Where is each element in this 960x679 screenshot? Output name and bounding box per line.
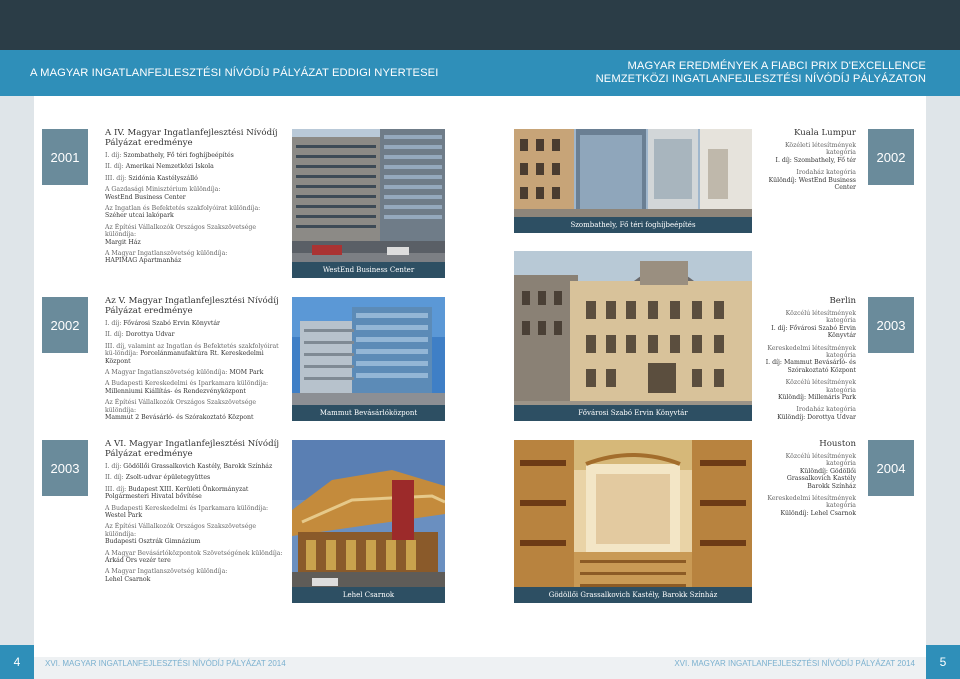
photo-lehel-market-hall: Lehel Csarnok: [292, 440, 445, 603]
year-badge-right-3: 2004: [868, 440, 914, 496]
award-item: A Magyar Ingatlanszövetség különdíja: Leh…: [105, 568, 228, 583]
award-item: Irodaház kategória Különdíj: WestEnd Busi…: [768, 169, 856, 192]
award-item: I. díj: Gödöllői Grassalkovich Kastély, …: [105, 463, 273, 470]
left-margin-band: [0, 96, 34, 657]
right-margin-band: [926, 96, 960, 657]
award-item: I. díj: Szombathely, Fő téri foghíjbeépí…: [105, 152, 234, 159]
header-left: A MAGYAR INGATLANFEJLESZTÉSI NÍVÓDÍJ PÁL…: [0, 50, 480, 96]
photo-caption: Lehel Csarnok: [292, 587, 445, 603]
section-title: A VI. Magyar Ingatlanfejlesztési Nívódíj…: [105, 439, 280, 459]
award-item: II. díj: Amerikai Nemzetközi Iskola: [105, 163, 214, 171]
award-item: Közcélú létesítmények kategória Különdíj:…: [777, 379, 856, 402]
section-title: Az V. Magyar Ingatlanfejlesztési Nívódíj…: [105, 296, 279, 316]
footer-text-left: XVI. MAGYAR INGATLANFEJLESZTÉSI NÍVÓDÍJ …: [45, 659, 286, 668]
header-right: MAGYAR EREDMÉNYEK A FIABCI PRIX D'EXCELL…: [480, 50, 960, 96]
year-badge-left-3: 2003: [42, 440, 88, 496]
photo-caption: Gödöllői Grassalkovich Kastély, Barokk S…: [514, 587, 752, 603]
photo-caption: Mammut Bevásárlóközpont: [292, 405, 445, 421]
award-item: A Magyar Bevásárlóközpontok Szövetségéne…: [105, 549, 283, 565]
photo-westend-business-center: WestEnd Business Center: [292, 129, 445, 278]
award-item: Irodaház kategória Különdíj: Dorottya Udv…: [777, 406, 856, 421]
year-badge-left-1: 2001: [42, 129, 88, 185]
award-item: Az Ingatlan és Befektetés szakfolyóirat …: [105, 205, 261, 220]
year-badge-right-2: 2003: [868, 297, 914, 353]
award-item: Kereskedelmi létesítmények kategória I. d…: [765, 344, 856, 374]
award-item: Közcélú létesítmények kategória I. díj: F…: [771, 310, 856, 340]
award-item: A Magyar Ingatlanszövetség különdíja: HAP…: [105, 250, 228, 265]
award-item: A Magyar Ingatlanszövetség különdíja: MO…: [105, 369, 264, 377]
award-item: II. díj: Dorottya Udvar: [105, 331, 175, 339]
award-item: Az Építési Vállalkozók Országos Szakszöv…: [105, 223, 256, 246]
photo-godollo-baroque-theatre: Gödöllői Grassalkovich Kastély, Barokk S…: [514, 440, 752, 603]
award-item: Közéleti létesítmények kategória I. díj: …: [775, 142, 857, 164]
photo-caption: WestEnd Business Center: [292, 262, 445, 278]
header-right-line2: NEMZETKÖZI INGATLANFEJLESZTÉSI NÍVÓDÍJ P…: [595, 73, 926, 85]
photo-szombathely-main-square: Szombathely, Fő téri foghíjbeépítés: [514, 129, 752, 233]
page-number-left: 4: [0, 645, 34, 679]
award-item: A Gazdasági Minisztérium különdíja: WestE…: [105, 186, 221, 201]
fiabci-kuala-lumpur: Kuala Lumpur Közéleti létesítmények kate…: [763, 128, 856, 196]
award-item: Az Építési Vállalkozók Országos Szakszöv…: [105, 399, 256, 422]
photo-szabo-ervin-library: Fővárosi Szabó Ervin Könyvtár: [514, 251, 752, 421]
competition-results-v: Az V. Magyar Ingatlanfejlesztési Nívódíj…: [105, 296, 285, 425]
competition-results-iv: A IV. Magyar Ingatlanfejlesztési Nívódíj…: [105, 128, 285, 269]
footer-text-right: XVI. MAGYAR INGATLANFEJLESZTÉSI NÍVÓDÍJ …: [674, 659, 915, 668]
city-name: Berlin: [829, 296, 856, 306]
city-name: Houston: [819, 439, 856, 449]
header-right-line1: MAGYAR EREDMÉNYEK A FIABCI PRIX D'EXCELL…: [627, 60, 926, 72]
award-item: Közcélú létesítmények kategória Különdíj:…: [785, 453, 856, 490]
section-title: A IV. Magyar Ingatlanfejlesztési Nívódíj…: [105, 128, 278, 148]
fiabci-berlin: Berlin Közcélú létesítmények kategória I.…: [763, 296, 856, 426]
top-bar: [0, 0, 960, 50]
award-item: III. díj, valamint az Ingatlan és Befekt…: [105, 342, 279, 365]
award-item: A Budapesti Kereskedelmi és Iparkamara k…: [105, 504, 269, 520]
award-item: III. díj: Szidónia Kastélyszálló: [105, 174, 198, 182]
competition-results-vi: A VI. Magyar Ingatlanfejlesztési Nívódíj…: [105, 439, 285, 587]
award-item: Az Építési Vállalkozók Országos Szakszöv…: [105, 523, 256, 546]
award-item: Kereskedelmi létesítmények kategória Külö…: [767, 495, 856, 517]
year-badge-left-2: 2002: [42, 297, 88, 353]
page-number-right: 5: [926, 645, 960, 679]
award-item: A Budapesti Kereskedelmi és Iparkamara k…: [105, 380, 269, 395]
award-item: II. díj: Zsolt-udvar épületegyüttes: [105, 474, 211, 482]
photo-caption: Szombathely, Fő téri foghíjbeépítés: [514, 217, 752, 233]
year-badge-right-1: 2002: [868, 129, 914, 185]
award-item: III. díj: Budapest XIII. Kerületi Önkorm…: [105, 485, 249, 501]
fiabci-houston: Houston Közcélú létesítmények kategória K…: [763, 439, 856, 522]
award-item: I. díj: Fővárosi Szabó Ervin Könyvtár: [105, 320, 220, 327]
photo-mammut-shopping-center: Mammut Bevásárlóközpont: [292, 297, 445, 421]
photo-caption: Fővárosi Szabó Ervin Könyvtár: [514, 405, 752, 421]
city-name: Kuala Lumpur: [793, 128, 856, 138]
